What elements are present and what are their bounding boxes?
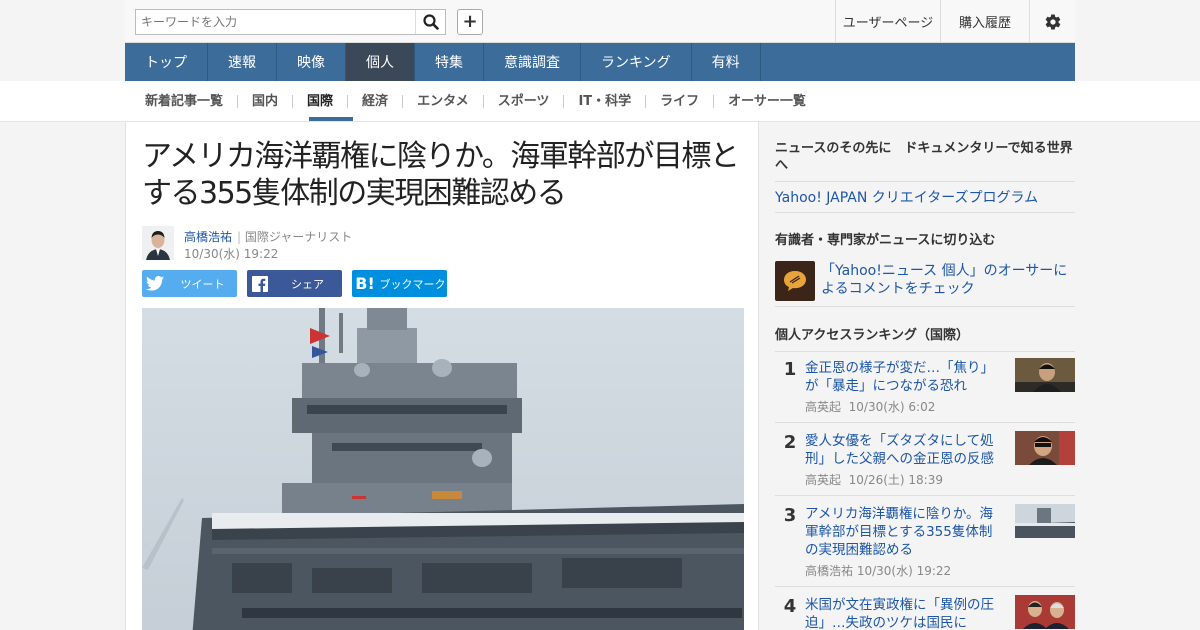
rank-number: 1 — [783, 359, 797, 380]
search-icon — [422, 14, 439, 30]
experts-heading: 有識者・専門家がニュースに切り込む — [775, 233, 996, 248]
search-box — [135, 9, 446, 35]
subnav-domestic[interactable]: 国内 — [237, 95, 292, 108]
article-photo — [142, 308, 744, 630]
ranking-item[interactable]: 4 米国が文在寅政権に「異例の圧迫」…失政のツケは国民に — [775, 594, 1075, 630]
facebook-share-button[interactable]: シェア — [247, 270, 342, 297]
author-role: | 国際ジャーナリスト — [237, 230, 353, 244]
ranking-title[interactable]: 愛人女優を「ズタズタにして処刑」した父親への金正恩の反感 — [805, 432, 1005, 468]
subnav-it-science[interactable]: IT・科学 — [563, 95, 645, 108]
author-name[interactable]: 高橋浩祐 — [184, 228, 232, 245]
ranking-author: 高英起 — [805, 400, 842, 414]
subnav-sports[interactable]: スポーツ — [482, 95, 564, 108]
author-role-text: 国際ジャーナリスト — [244, 230, 353, 244]
ranking-title[interactable]: 金正恩の様子が変だ…「焦り」が「暴走」につながる恐れ — [805, 359, 1005, 395]
rank-number: 3 — [783, 505, 797, 526]
rank-number: 4 — [783, 596, 797, 617]
subnav-international[interactable]: 国際 — [292, 95, 347, 108]
ranking-author: 高英起 — [805, 473, 842, 487]
subnav-authors[interactable]: オーサー一覧 — [713, 95, 820, 108]
ranking-author: 高橋浩祐 — [805, 564, 854, 578]
ranking-thumbnail[interactable] — [1015, 431, 1075, 465]
subnav-economy[interactable]: 経済 — [347, 95, 402, 108]
ranking-meta: 高橋浩祐 10/30(水) 19:22 — [805, 562, 951, 579]
divider — [775, 495, 1075, 496]
gear-icon — [1045, 14, 1060, 30]
article-main: アメリカ海洋覇権に陰りか。海軍幹部が目標とする355隻体制の実現困難認める 高橋… — [125, 122, 759, 630]
comment-icon[interactable] — [775, 261, 815, 301]
ranking-item[interactable]: 3 アメリカ海洋覇権に陰りか。海軍幹部が目標とする355隻体制の実現困難認める … — [775, 503, 1075, 579]
facebook-share-label: シェア — [291, 277, 324, 291]
sub-nav: 新着記事一覧 国内 国際 経済 エンタメ スポーツ IT・科学 ライフ オーサー… — [0, 81, 1200, 122]
nav-features[interactable]: 特集 — [415, 43, 484, 81]
user-page-link[interactable]: ユーザーページ — [835, 0, 940, 43]
tweet-label: ツイート — [180, 277, 225, 291]
subnav-life[interactable]: ライフ — [645, 95, 713, 108]
top-bar: + ユーザーページ 購入履歴 — [125, 0, 1075, 43]
search-input[interactable] — [136, 10, 416, 34]
divider — [775, 306, 1075, 307]
doc-heading: ニュースのその先に ドキュメンタリーで知る世界へ — [775, 141, 1073, 173]
ranking-meta: 高英起 10/30(水) 6:02 — [805, 398, 935, 415]
ranking-date: 10/26(土) 18:39 — [848, 473, 943, 487]
main-nav: トップ 速報 映像 個人 特集 意識調査 ランキング 有料 — [125, 43, 1075, 81]
article-date: 10/30(水) 19:22 — [184, 247, 279, 261]
nav-paid[interactable]: 有料 — [692, 43, 761, 81]
divider — [775, 351, 1075, 352]
settings-button[interactable] — [1029, 0, 1075, 43]
ranking-title[interactable]: 米国が文在寅政権に「異例の圧迫」…失政のツケは国民に — [805, 596, 1005, 630]
nav-video[interactable]: 映像 — [277, 43, 346, 81]
ranking-date: 10/30(水) 6:02 — [848, 400, 936, 414]
divider — [775, 422, 1075, 423]
divider — [775, 212, 1075, 213]
ranking-title[interactable]: アメリカ海洋覇権に陰りか。海軍幹部が目標とする355隻体制の実現困難認める — [805, 505, 1005, 559]
nav-survey[interactable]: 意識調査 — [484, 43, 581, 81]
ranking-thumbnail[interactable] — [1015, 358, 1075, 392]
rank-number: 2 — [783, 432, 797, 453]
active-tab-indicator — [309, 117, 353, 121]
ranking-meta: 高英起 10/26(土) 18:39 — [805, 471, 943, 488]
hatena-bookmark-label: ブックマーク — [379, 277, 446, 291]
add-button[interactable]: + — [457, 9, 483, 35]
nav-ranking[interactable]: ランキング — [581, 43, 692, 81]
ranking-item[interactable]: 1 金正恩の様子が変だ…「焦り」が「暴走」につながる恐れ 高英起 10/30(水… — [775, 357, 1075, 415]
tweet-button[interactable]: ツイート — [142, 270, 237, 297]
creators-program-link[interactable]: Yahoo! JAPAN クリエイターズプログラム — [775, 187, 1038, 207]
subnav-latest[interactable]: 新着記事一覧 — [145, 95, 237, 108]
hatena-icon: B! — [355, 274, 375, 293]
divider — [775, 181, 1075, 182]
twitter-icon — [142, 276, 168, 291]
ranking-date: 10/30(水) 19:22 — [856, 564, 952, 578]
hatena-bookmark-button[interactable]: B! ブックマーク — [352, 270, 447, 297]
facebook-icon — [247, 275, 273, 292]
ranking-item[interactable]: 2 愛人女優を「ズタズタにして処刑」した父親への金正恩の反感 高英起 10/26… — [775, 430, 1075, 488]
divider — [775, 586, 1075, 587]
nav-top[interactable]: トップ — [125, 43, 208, 81]
nav-individual[interactable]: 個人 — [346, 43, 415, 81]
ranking-thumbnail[interactable] — [1015, 504, 1075, 538]
search-button[interactable] — [415, 10, 445, 34]
purchase-history-link[interactable]: 購入履歴 — [940, 0, 1029, 43]
subnav-entertainment[interactable]: エンタメ — [402, 95, 483, 108]
ranking-thumbnail[interactable] — [1015, 595, 1075, 629]
experts-comment-link[interactable]: 「Yahoo!ニュース 個人」のオーサーによるコメントをチェック — [821, 262, 1075, 298]
article-title: アメリカ海洋覇権に陰りか。海軍幹部が目標とする355隻体制の実現困難認める — [142, 139, 740, 211]
ranking-heading: 個人アクセスランキング（国際） — [775, 328, 969, 343]
nav-breaking[interactable]: 速報 — [208, 43, 277, 81]
author-avatar[interactable] — [142, 226, 174, 260]
